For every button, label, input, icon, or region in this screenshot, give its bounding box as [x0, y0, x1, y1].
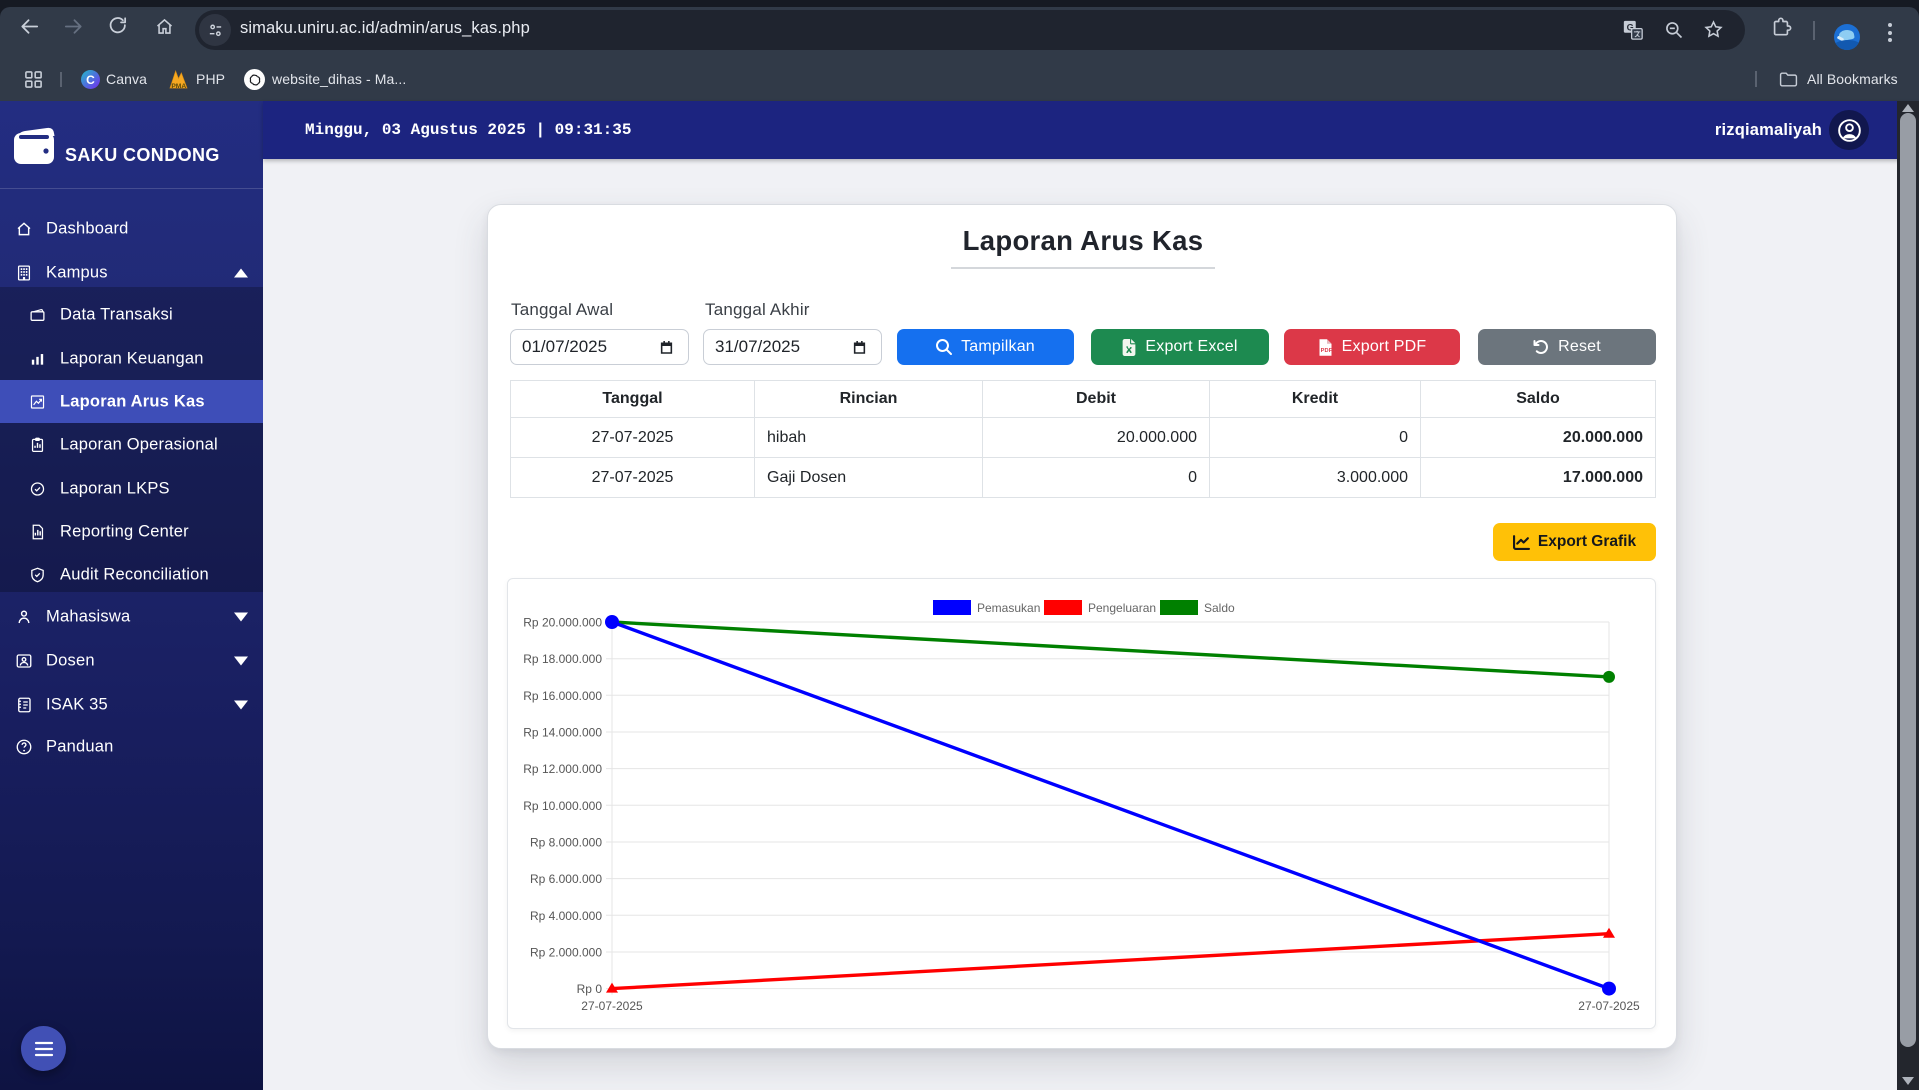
svg-text:Rp 10.000.000: Rp 10.000.000	[523, 799, 602, 813]
svg-text:27-07-2025: 27-07-2025	[581, 999, 643, 1013]
svg-text:Pengeluaran: Pengeluaran	[1088, 601, 1156, 615]
svg-text:27-07-2025: 27-07-2025	[1578, 999, 1640, 1013]
svg-text:Rp 8.000.000: Rp 8.000.000	[530, 836, 602, 850]
svg-text:Rp 0: Rp 0	[577, 982, 603, 996]
svg-text:Rp 6.000.000: Rp 6.000.000	[530, 872, 602, 886]
svg-text:PDF: PDF	[1320, 348, 1332, 354]
svg-text:Rp 14.000.000: Rp 14.000.000	[523, 726, 602, 740]
svg-text:Rp 16.000.000: Rp 16.000.000	[523, 689, 602, 703]
svg-text:PMA: PMA	[171, 83, 186, 90]
svg-text:Rp 4.000.000: Rp 4.000.000	[530, 909, 602, 923]
svg-text:Rp 2.000.000: Rp 2.000.000	[530, 945, 602, 959]
svg-text:Rp 12.000.000: Rp 12.000.000	[523, 762, 602, 776]
svg-text:Pemasukan: Pemasukan	[977, 601, 1040, 615]
svg-text:Saldo: Saldo	[1204, 601, 1235, 615]
svg-text:Rp 18.000.000: Rp 18.000.000	[523, 652, 602, 666]
svg-text:Rp 20.000.000: Rp 20.000.000	[523, 616, 602, 630]
